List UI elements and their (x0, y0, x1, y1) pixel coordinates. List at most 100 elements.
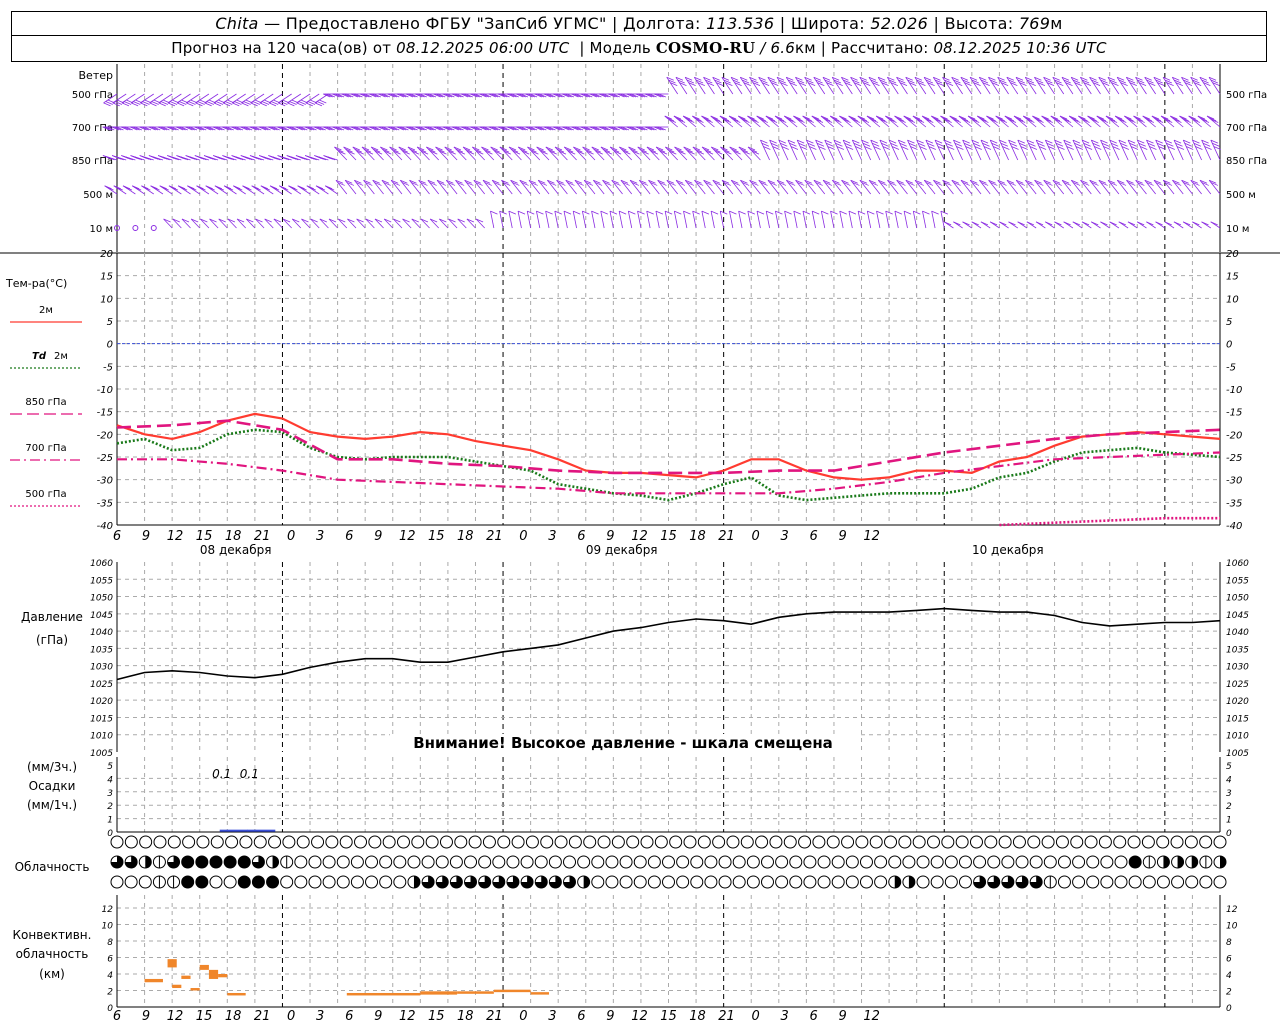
wind-barb-flag (628, 210, 636, 215)
wind-barb (457, 218, 467, 229)
wind-barb-flag (563, 210, 572, 215)
cloud-cover-mark (209, 856, 222, 868)
wind-barb (637, 211, 642, 229)
wind-barb (655, 211, 660, 229)
cloud-cover-mark (817, 855, 831, 869)
wind-barb (209, 218, 219, 229)
wind-barb (236, 218, 246, 229)
wind-barb (402, 218, 412, 229)
pressure-title: Давление (21, 610, 83, 624)
precip-label: 0.1 (212, 767, 231, 781)
wind-barb (861, 139, 872, 161)
wind-barb-flag (646, 210, 654, 215)
wind-barb (815, 139, 826, 161)
cloud-cover-mark (182, 835, 196, 849)
wind-barb (1173, 139, 1184, 161)
y-tick-label: 10 (1226, 294, 1239, 305)
cloud-cover-mark (568, 835, 582, 849)
cloud-cover-mark (482, 835, 496, 849)
convective-title: облачность (16, 947, 89, 961)
cloud-cover-mark (282, 835, 296, 849)
cloud-cover-mark (224, 856, 237, 868)
y-tick-label: 1040 (90, 628, 113, 638)
wind-barb (806, 139, 816, 161)
cloud-cover-mark (676, 875, 690, 889)
x-tick-label: 6 (345, 1009, 353, 1024)
cloud-cover-mark (798, 835, 812, 849)
y-tick-label: 1055 (90, 576, 113, 586)
wind-barb (1109, 139, 1120, 161)
cloud-cover-mark (548, 855, 562, 869)
y-tick-label: 2 (1226, 988, 1232, 998)
x-tick-label: 12 (167, 1009, 184, 1024)
cloud-cover-mark (1100, 855, 1114, 869)
cloud-cover-mark (167, 835, 181, 849)
x-tick-label: 21 (254, 529, 271, 544)
cloud-cover-mark (1156, 835, 1170, 849)
cloud-cover-mark (1163, 856, 1170, 868)
wind-barb (581, 211, 587, 229)
cloud-cover-mark (1170, 835, 1184, 849)
cloud-cover-mark (311, 835, 325, 849)
wind-barb (393, 218, 403, 229)
wind-barb-flag (876, 210, 884, 215)
wind-barb-flag (784, 210, 792, 215)
cloud-cover-mark (195, 876, 208, 888)
y-tick-label: 1010 (90, 732, 113, 742)
cloud-cover-mark (325, 835, 339, 849)
wind-barb (1008, 139, 1019, 161)
wind-barb (701, 211, 706, 229)
y-tick-label: 1055 (1226, 576, 1249, 586)
wind-barb (683, 211, 688, 229)
cloud-cover-mark (379, 855, 393, 869)
y-tick-label: 0 (1226, 829, 1232, 839)
cloud-cover-mark (1001, 855, 1015, 869)
wind-barb (842, 139, 853, 161)
x-tick-label: 6 (809, 1009, 817, 1024)
cloud-cover-mark (354, 835, 368, 849)
cloud-cover-mark (577, 855, 591, 869)
x-tick-label: 18 (225, 529, 242, 544)
cloud-cover-mark (1055, 835, 1069, 849)
y-tick-label: -30 (1226, 476, 1242, 487)
wind-barb (851, 139, 862, 161)
cloud-cover-mark (124, 875, 138, 889)
wind-barb-flag (821, 210, 829, 215)
cloud-cover-mark (597, 835, 611, 849)
wind-barb (490, 211, 495, 229)
cloud-cover-mark (697, 835, 711, 849)
cloud-cover-mark (831, 875, 845, 889)
wind-barb (475, 218, 485, 229)
y-tick-label: 1060 (1226, 559, 1249, 569)
y-tick-label: 0 (1226, 340, 1232, 351)
x-tick-label: 9 (839, 529, 847, 544)
wind-calm (150, 225, 157, 231)
wind-barb (347, 218, 357, 229)
wind-barb (337, 218, 348, 229)
cloud-cover-mark (196, 835, 210, 849)
wind-barb (664, 211, 669, 229)
wind-barb (980, 139, 991, 161)
wind-barb (572, 211, 577, 229)
cloud-cover-mark (525, 835, 539, 849)
wind-barb (383, 218, 394, 229)
cloud-cover-mark (633, 875, 647, 889)
cloud-cover-mark (1213, 835, 1227, 849)
convective-bar (181, 975, 191, 979)
y-tick-label: 5 (107, 317, 113, 328)
cloud-cover-mark (775, 875, 789, 889)
cloud-cover-mark (746, 855, 760, 869)
cloud-cover-mark (336, 875, 350, 889)
y-tick-label: 1050 (1226, 594, 1249, 604)
pressure-warning: Внимание! Высокое давление - шкала смеще… (413, 734, 833, 752)
wind-level-label: 500 м (1226, 190, 1256, 201)
cloud-cover-mark (826, 835, 840, 849)
cloud-cover-mark (669, 835, 683, 849)
wind-barb (499, 211, 504, 229)
wind-barb (1146, 139, 1157, 161)
wind-barb (796, 139, 807, 161)
wind-barb-flag (600, 210, 608, 215)
wind-barb-flag (536, 210, 544, 215)
x-tick-label: 12 (167, 529, 184, 544)
cloud-cover-mark (223, 875, 237, 889)
